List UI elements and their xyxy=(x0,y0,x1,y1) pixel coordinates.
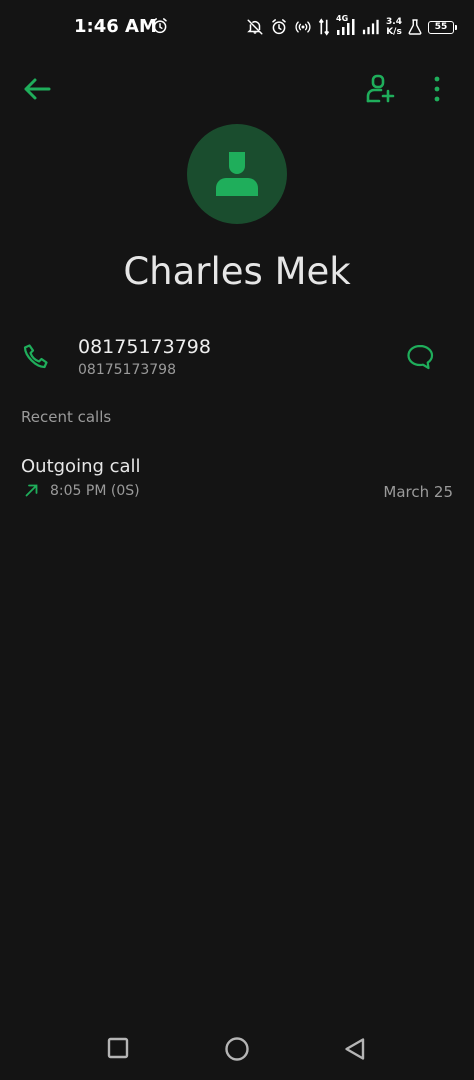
phone-number-row[interactable]: 08175173798 08175173798 xyxy=(0,328,474,388)
hotspot-icon xyxy=(295,21,311,33)
speed-unit: K/s xyxy=(386,27,402,37)
status-icons: 4G 3.4 K/s 55 xyxy=(246,14,457,40)
person-icon xyxy=(216,152,258,196)
circle-icon xyxy=(225,1037,249,1061)
message-icon[interactable] xyxy=(405,342,435,372)
arrow-left-icon xyxy=(24,78,51,100)
battery-icon: 55 xyxy=(428,20,457,34)
notifications-off-icon xyxy=(247,19,263,35)
signal-bars-icon xyxy=(362,19,379,35)
square-icon xyxy=(107,1037,129,1059)
battery-level: 55 xyxy=(434,22,448,32)
back-button[interactable] xyxy=(20,72,54,106)
phone-number: 08175173798 xyxy=(78,336,211,358)
call-time: 8:05 PM (0S) xyxy=(50,483,140,499)
triangle-back-icon xyxy=(345,1038,365,1060)
more-options-button[interactable] xyxy=(425,72,449,106)
call-log-item[interactable]: Outgoing call 8:05 PM (0S) March 25 xyxy=(0,448,474,508)
person-add-icon xyxy=(366,74,395,103)
outgoing-arrow-icon xyxy=(25,484,38,497)
speed-value: 3.4 xyxy=(386,17,402,27)
phone-number-subtext: 08175173798 xyxy=(78,362,176,378)
network-speed: 3.4 K/s xyxy=(386,17,402,37)
call-type: Outgoing call xyxy=(21,456,141,477)
recents-button[interactable] xyxy=(106,1036,130,1060)
data-transfer-icon xyxy=(318,18,330,36)
avatar xyxy=(187,124,287,224)
recent-calls-title: Recent calls xyxy=(21,408,112,426)
contact-name: Charles Mek xyxy=(123,250,351,293)
status-bar: 1:46 AM 4G 3.4 K/s 55 xyxy=(0,0,474,56)
nav-back-button[interactable] xyxy=(342,1036,368,1062)
signal-icon: 4G xyxy=(336,14,356,35)
add-contact-button[interactable] xyxy=(364,72,396,106)
status-time: 1:46 AM xyxy=(74,16,157,37)
navigation-bar xyxy=(0,1020,474,1080)
more-vert-icon xyxy=(434,76,440,102)
alarm-icon xyxy=(153,18,167,34)
call-date: March 25 xyxy=(383,483,453,501)
home-button[interactable] xyxy=(224,1036,250,1062)
alarm-icon xyxy=(272,19,286,35)
network-type: 4G xyxy=(336,14,349,23)
lab-flask-icon xyxy=(408,19,422,35)
phone-icon[interactable] xyxy=(22,342,50,370)
